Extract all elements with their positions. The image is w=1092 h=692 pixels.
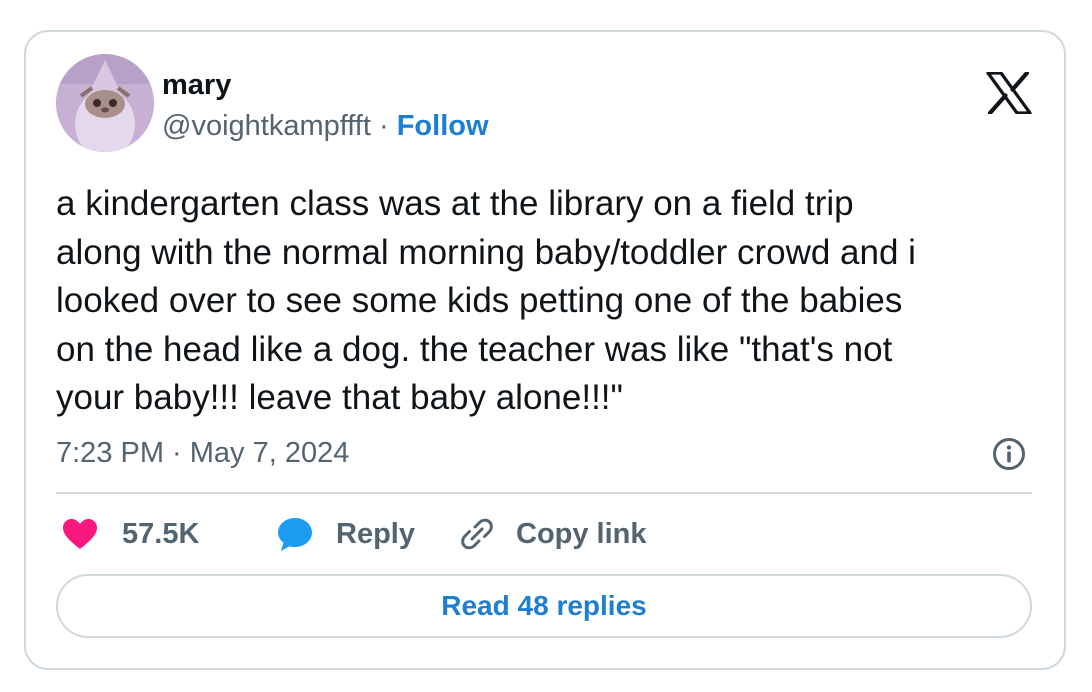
handle-separator: ·: [378, 110, 389, 142]
tweet-card: mary @voightkampffft · Follow a kinderga…: [24, 30, 1066, 670]
avatar[interactable]: [56, 54, 154, 152]
tweet-timestamp[interactable]: 7:23 PM · May 7, 2024: [56, 435, 349, 471]
info-icon[interactable]: [992, 437, 1026, 471]
like-button[interactable]: 57.5K: [62, 512, 199, 556]
link-icon: [461, 518, 493, 550]
tweet-text: a kindergarten class was at the library …: [56, 184, 916, 417]
author-handle-row: @voightkampffft · Follow: [162, 109, 489, 143]
x-logo-icon[interactable]: [986, 70, 1032, 116]
copy-link-label: Copy link: [516, 518, 647, 550]
author-handle[interactable]: @voightkampffft: [162, 110, 371, 142]
follow-button[interactable]: Follow: [397, 110, 489, 142]
reply-button[interactable]: Reply: [276, 512, 415, 556]
divider: [56, 492, 1032, 494]
action-bar: 57.5K Reply Copy link: [56, 512, 1032, 556]
speech-bubble-icon: [278, 518, 312, 551]
reply-label: Reply: [336, 518, 415, 550]
avatar-image: [56, 54, 154, 152]
heart-icon: [63, 519, 97, 549]
copy-link-button[interactable]: Copy link: [458, 512, 647, 556]
read-replies-button[interactable]: Read 48 replies: [56, 574, 1032, 638]
author-name[interactable]: mary: [162, 68, 231, 102]
like-count: 57.5K: [122, 518, 200, 550]
